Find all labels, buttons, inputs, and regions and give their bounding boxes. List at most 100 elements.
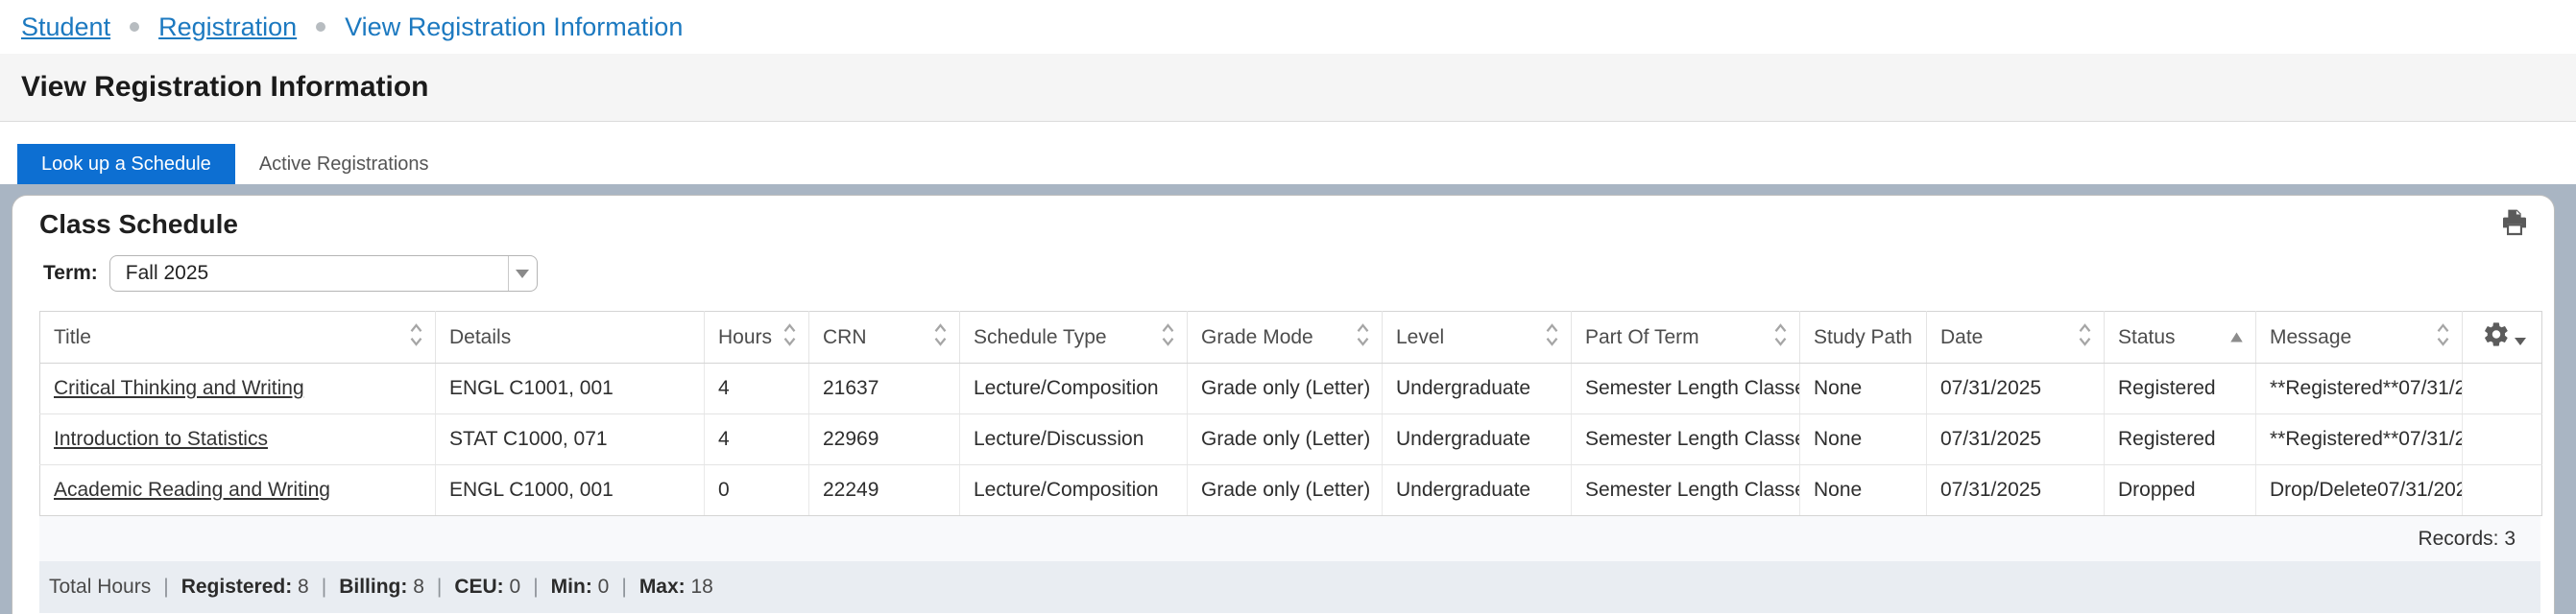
term-row: Term: Fall 2025 [39, 255, 2539, 292]
term-dropdown-button[interactable] [508, 256, 537, 291]
cell-part_of_term: Semester Length Classes [1572, 364, 1800, 414]
column-header-date[interactable]: Date [1927, 312, 2105, 364]
cell-study_path: None [1800, 414, 1927, 465]
breadcrumb-link-registration[interactable]: Registration [158, 12, 297, 42]
sort-arrows-icon [2078, 321, 2092, 354]
chevron-down-icon [2515, 338, 2526, 345]
column-header-part-of-term[interactable]: Part Of Term [1572, 312, 1800, 364]
sort-ascending-icon [2229, 326, 2244, 349]
cell-level: Undergraduate [1383, 414, 1572, 465]
sort-arrows-icon [1773, 321, 1788, 354]
course-title-link[interactable]: Academic Reading and Writing [54, 479, 330, 501]
panel-title: Class Schedule [39, 209, 2539, 240]
column-label: Grade Mode [1201, 326, 1313, 349]
cell-status: Dropped [2105, 465, 2256, 516]
column-header-hours[interactable]: Hours [705, 312, 809, 364]
chevron-down-icon [516, 270, 529, 278]
sort-arrows-icon [1161, 321, 1175, 354]
sort-arrows-icon [2436, 321, 2450, 354]
cell-date: 07/31/2025 [1927, 465, 2105, 516]
column-label: Date [1940, 326, 1983, 349]
column-label: Schedule Type [974, 326, 1107, 349]
totals-max: Max: 18 [639, 576, 713, 599]
sort-arrows-icon [933, 321, 948, 354]
cell-hours: 4 [705, 364, 809, 414]
table-row: Critical Thinking and WritingENGL C1001,… [40, 364, 2542, 414]
totals-separator: | [163, 576, 168, 599]
gear-icon [2481, 320, 2512, 354]
page-title-bar: View Registration Information [0, 54, 2576, 122]
totals-registered: Registered: 8 [181, 576, 309, 599]
term-value: Fall 2025 [110, 262, 508, 285]
column-label: Part Of Term [1585, 326, 1699, 349]
cell-part_of_term: Semester Length Classes [1572, 465, 1800, 516]
sort-arrows-icon [782, 321, 797, 354]
cell-schedule_type: Lecture/Composition [960, 364, 1188, 414]
cell-schedule_type: Lecture/Composition [960, 465, 1188, 516]
cell-status: Registered [2105, 364, 2256, 414]
cell-message: Drop/Delete07/31/2025 [2256, 465, 2463, 516]
cell-settings [2463, 465, 2542, 516]
tab-bar: Look up a ScheduleActive Registrations [0, 144, 2576, 184]
column-label: Details [449, 326, 511, 349]
cell-title: Introduction to Statistics [40, 414, 436, 465]
column-header-status[interactable]: Status [2105, 312, 2256, 364]
column-header-level[interactable]: Level [1383, 312, 1572, 364]
breadcrumb-link-view-registration-information[interactable]: View Registration Information [345, 12, 683, 42]
cell-grade_mode: Grade only (Letter) [1188, 465, 1383, 516]
records-count: Records: 3 [39, 516, 2540, 561]
column-label: CRN [823, 326, 867, 349]
cell-level: Undergraduate [1383, 364, 1572, 414]
column-header-grade-mode[interactable]: Grade Mode [1188, 312, 1383, 364]
table-settings-button[interactable] [2476, 320, 2530, 354]
sort-arrows-icon [1545, 321, 1559, 354]
course-title-link[interactable]: Introduction to Statistics [54, 428, 268, 450]
cell-details: ENGL C1000, 001 [436, 465, 705, 516]
cell-crn: 22249 [809, 465, 960, 516]
cell-grade_mode: Grade only (Letter) [1188, 364, 1383, 414]
totals-ceu: CEU: 0 [454, 576, 520, 599]
cell-message: **Registered**07/31/2025 [2256, 364, 2463, 414]
total-hours-label: Total Hours [49, 576, 151, 599]
class-schedule-panel: Class Schedule Term: Fall 2025 Title Deta… [12, 195, 2555, 614]
column-header-details: Details [436, 312, 705, 364]
cell-level: Undergraduate [1383, 465, 1572, 516]
tab-active-registrations[interactable]: Active Registrations [235, 144, 453, 184]
cell-part_of_term: Semester Length Classes [1572, 414, 1800, 465]
cell-title: Academic Reading and Writing [40, 465, 436, 516]
column-header-title[interactable]: Title [40, 312, 436, 364]
breadcrumb-separator-dot-icon [130, 22, 139, 32]
cell-status: Registered [2105, 414, 2256, 465]
column-header-message[interactable]: Message [2256, 312, 2463, 364]
cell-title: Critical Thinking and Writing [40, 364, 436, 414]
printer-icon [2498, 226, 2531, 241]
cell-crn: 21637 [809, 364, 960, 414]
column-header-schedule-type[interactable]: Schedule Type [960, 312, 1188, 364]
print-button[interactable] [2498, 207, 2531, 241]
term-combobox[interactable]: Fall 2025 [109, 255, 538, 292]
breadcrumb-separator-dot-icon [316, 22, 325, 32]
totals-separator: | [322, 576, 326, 599]
table-header-row: Title Details Hours CRN Schedule Type Grade M… [40, 312, 2542, 364]
cell-date: 07/31/2025 [1927, 364, 2105, 414]
course-title-link[interactable]: Critical Thinking and Writing [54, 377, 304, 399]
column-label: Title [54, 326, 91, 349]
term-label: Term: [43, 262, 98, 285]
cell-message: **Registered**07/31/2025 [2256, 414, 2463, 465]
cell-settings [2463, 414, 2542, 465]
cell-crn: 22969 [809, 414, 960, 465]
column-header-crn[interactable]: CRN [809, 312, 960, 364]
cell-hours: 0 [705, 465, 809, 516]
page-title: View Registration Information [21, 71, 429, 104]
breadcrumb-link-student[interactable]: Student [21, 12, 110, 42]
registration-page: Student Registration View Registration Inf… [0, 0, 2576, 614]
cell-schedule_type: Lecture/Discussion [960, 414, 1188, 465]
cell-study_path: None [1800, 364, 1927, 414]
tab-look-up-a-schedule[interactable]: Look up a Schedule [17, 144, 235, 184]
cell-details: STAT C1000, 071 [436, 414, 705, 465]
table-row: Academic Reading and Writing ENGL C1000, … [40, 465, 2542, 516]
table-settings-header[interactable] [2463, 312, 2542, 364]
totals-separator: | [533, 576, 538, 599]
cell-date: 07/31/2025 [1927, 414, 2105, 465]
column-header-study-path: Study Path [1800, 312, 1927, 364]
